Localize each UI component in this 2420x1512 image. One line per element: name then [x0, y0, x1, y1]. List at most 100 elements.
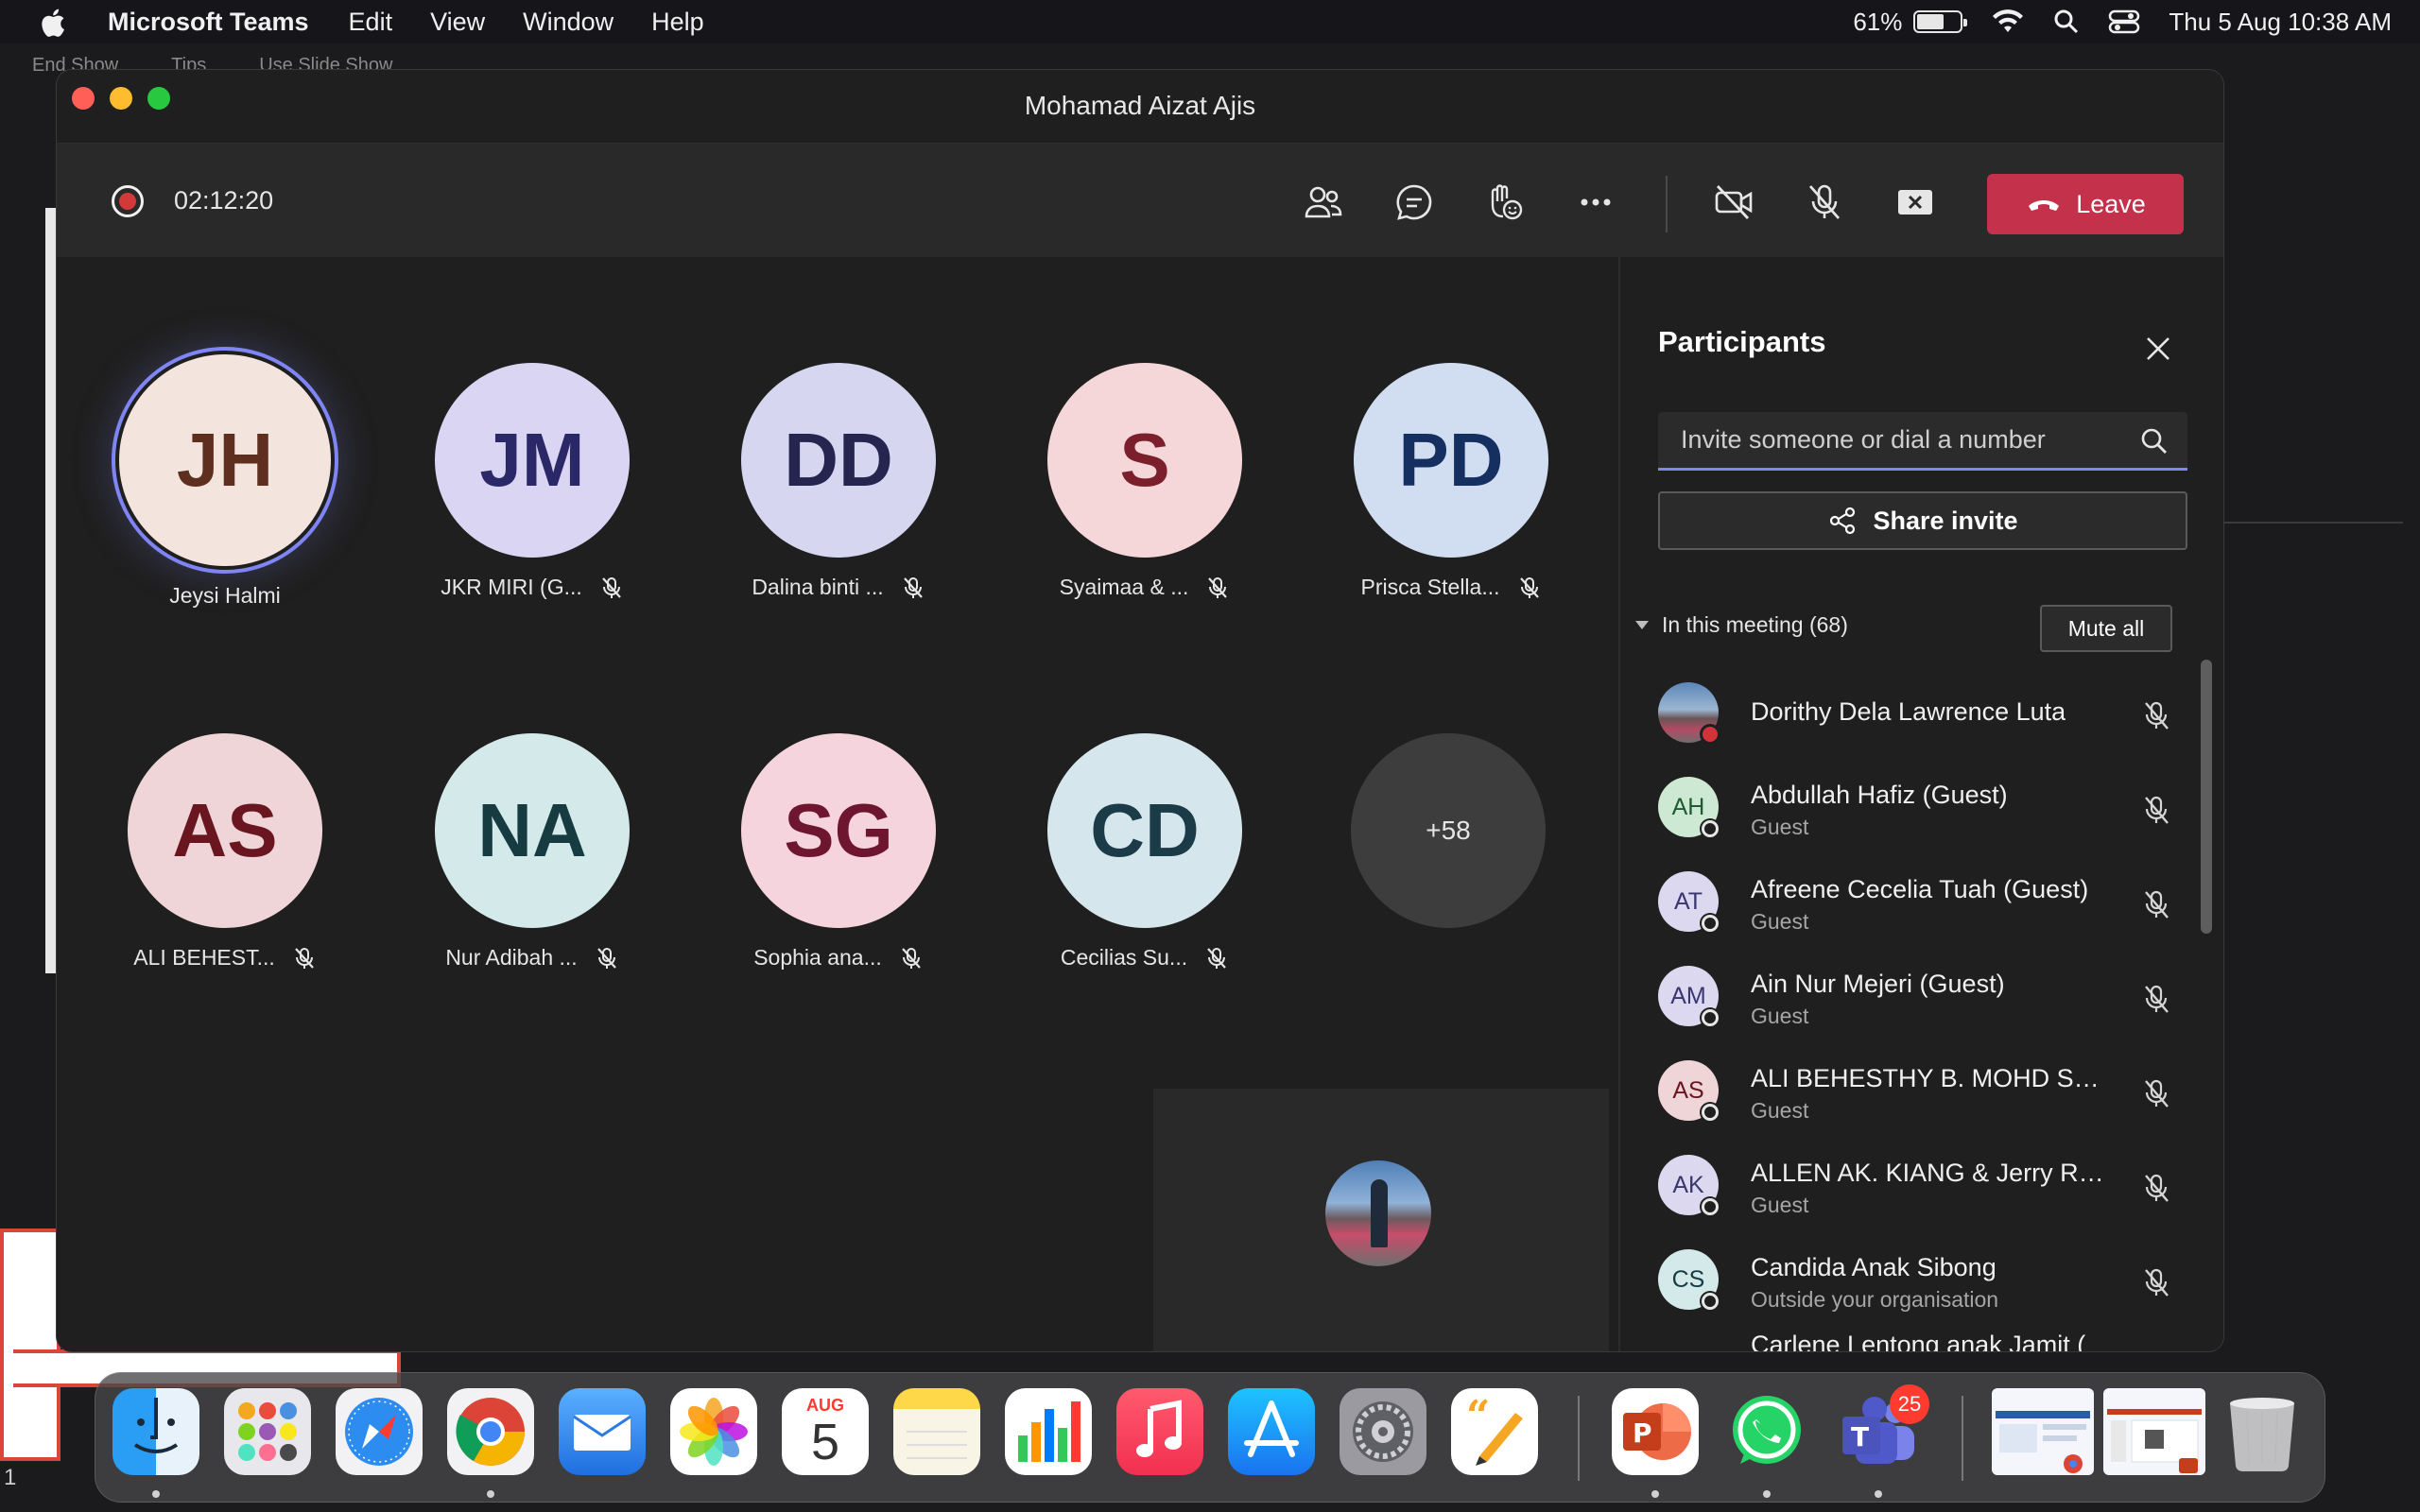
participant-row[interactable]: AK ALLEN AK. KIANG & Jerry Ro... Guest	[1654, 1138, 2193, 1232]
participant-tile-name: Syaimaa & ...	[1059, 575, 1189, 599]
stop-sharing-button[interactable]	[1889, 176, 1942, 229]
participants-list: Dorithy Dela Lawrence Luta AH Abdullah Haf…	[1654, 665, 2193, 1327]
participant-row-avatar: AM	[1658, 966, 1720, 1028]
chrome-icon[interactable]	[447, 1388, 534, 1475]
partial-participant-name[interactable]: Carlene Lentong anak Jamit (	[1751, 1331, 2085, 1351]
dock: AUG 5 “ P T 25	[95, 1372, 2325, 1503]
participant-row[interactable]: AT Afreene Cecelia Tuah (Guest) Guest	[1654, 854, 2193, 949]
share-invite-button[interactable]: Share invite	[1658, 491, 2187, 550]
participant-tile[interactable]: JM JKR MIRI (G...	[419, 363, 646, 600]
music-icon[interactable]	[1116, 1388, 1203, 1475]
search-icon[interactable]	[2138, 425, 2170, 457]
pages-icon[interactable]: “	[1451, 1388, 1538, 1475]
mic-off-icon[interactable]	[2140, 1077, 2172, 1109]
apple-icon[interactable]	[38, 7, 76, 37]
menu-help[interactable]: Help	[651, 8, 704, 37]
calendar-day: 5	[810, 1414, 840, 1470]
in-meeting-section-toggle[interactable]: In this meeting (68)	[1635, 612, 1848, 638]
battery-icon[interactable]	[1913, 10, 1968, 33]
control-center-icon[interactable]	[2108, 9, 2140, 35]
participant-tile-name: Prisca Stella...	[1360, 575, 1500, 599]
spotlight-search-icon[interactable]	[2053, 9, 2080, 35]
whatsapp-icon[interactable]	[1723, 1388, 1810, 1475]
presence-status-icon	[1700, 1102, 1720, 1123]
title-bar: Mohamad Aizat Ajis	[57, 70, 2223, 144]
teams-icon[interactable]: T 25	[1835, 1384, 1929, 1475]
numbers-icon[interactable]	[1005, 1388, 1092, 1475]
teams-notification-badge: 25	[1890, 1384, 1929, 1424]
mic-off-icon[interactable]	[2140, 1266, 2172, 1298]
mic-toggle-button[interactable]	[1798, 176, 1851, 229]
mic-off-icon[interactable]	[2140, 888, 2172, 920]
participant-avatar: DD	[741, 363, 936, 558]
participant-tile[interactable]: S Syaimaa & ...	[1031, 363, 1258, 600]
participant-row-name: Afreene Cecelia Tuah (Guest)	[1751, 875, 2089, 903]
reactions-button[interactable]	[1478, 176, 1531, 229]
mic-off-icon[interactable]	[2140, 794, 2172, 826]
launchpad-icon[interactable]	[224, 1388, 311, 1475]
self-view-tile	[1153, 1089, 1609, 1351]
participant-tile[interactable]: PD Prisca Stella...	[1338, 363, 1564, 600]
background-divider	[2223, 522, 2403, 524]
mic-off-icon	[1808, 184, 1841, 219]
participant-avatar: S	[1047, 363, 1242, 558]
participant-row-initials: AK	[1672, 1171, 1704, 1198]
participant-row[interactable]: AS ALI BEHESTHY B. MOHD SUP... Guest	[1654, 1043, 2193, 1138]
participant-row[interactable]: Dorithy Dela Lawrence Luta	[1654, 665, 2193, 760]
app-name-menu[interactable]: Microsoft Teams	[108, 8, 309, 37]
window-thumbnail-powerpoint[interactable]	[2103, 1388, 2205, 1475]
overflow-participants-tile[interactable]: +58	[1335, 733, 1562, 928]
mail-icon[interactable]	[559, 1388, 646, 1475]
trash-icon[interactable]	[2219, 1388, 2306, 1475]
participant-tile-name-row: Cecilias Su...	[1031, 945, 1258, 971]
mute-all-button[interactable]: Mute all	[2040, 605, 2172, 652]
app-store-icon[interactable]	[1228, 1388, 1315, 1475]
window-thumbnail-chrome[interactable]	[1992, 1388, 2094, 1475]
camera-toggle-button[interactable]	[1707, 176, 1760, 229]
participant-row-role: Outside your organisation	[1751, 1287, 1999, 1312]
participant-tile[interactable]: AS ALI BEHEST...	[112, 733, 338, 971]
menu-clock[interactable]: Thu 5 Aug 10:38 AM	[2169, 8, 2392, 37]
notes-icon[interactable]	[893, 1388, 980, 1475]
participant-tile-name-row: Prisca Stella...	[1338, 575, 1564, 600]
mic-off-icon[interactable]	[2140, 983, 2172, 1015]
menu-view[interactable]: View	[430, 8, 485, 37]
chat-button[interactable]	[1388, 176, 1441, 229]
safari-icon[interactable]	[336, 1388, 423, 1475]
mic-off-icon[interactable]	[2140, 1172, 2172, 1204]
svg-text:“: “	[1466, 1392, 1490, 1440]
participants-scrollbar[interactable]	[2201, 660, 2212, 934]
calendar-icon[interactable]: AUG 5	[782, 1388, 869, 1475]
participant-tile[interactable]: NA Nur Adibah ...	[419, 733, 646, 971]
invite-search-input[interactable]	[1681, 425, 2116, 455]
menu-window[interactable]: Window	[523, 8, 614, 37]
participant-tile[interactable]: JH Jeysi Halmi	[112, 354, 338, 609]
powerpoint-icon[interactable]: P	[1612, 1388, 1699, 1475]
menu-edit[interactable]: Edit	[349, 8, 393, 37]
system-preferences-icon[interactable]	[1340, 1388, 1426, 1475]
participant-tile-name: Cecilias Su...	[1060, 945, 1188, 970]
participant-tile-name-row: Sophia ana...	[725, 945, 952, 971]
participant-row-avatar: AK	[1658, 1155, 1720, 1217]
menu-bar: Microsoft Teams Edit View Window Help 61…	[0, 0, 2420, 43]
finder-icon[interactable]	[112, 1388, 199, 1475]
whatsapp-running-dot	[1763, 1490, 1771, 1498]
background-slide-thumbnail	[0, 1228, 60, 1461]
participant-row[interactable]: AM Ain Nur Mejeri (Guest) Guest	[1654, 949, 2193, 1043]
leave-button[interactable]: Leave	[1987, 174, 2184, 234]
participant-row[interactable]: AH Abdullah Hafiz (Guest) Guest	[1654, 760, 2193, 854]
participant-tile[interactable]: SG Sophia ana...	[725, 733, 952, 971]
close-panel-icon[interactable]	[2142, 333, 2174, 365]
participant-tile[interactable]: CD Cecilias Su...	[1031, 733, 1258, 971]
participant-tile-name: JKR MIRI (G...	[441, 575, 582, 599]
participant-tile[interactable]: DD Dalina binti ...	[725, 363, 952, 600]
participant-row[interactable]: CS Candida Anak Sibong Outside your organi…	[1654, 1232, 2193, 1327]
participant-row-initials: AT	[1673, 887, 1703, 915]
recording-indicator-icon	[112, 185, 144, 217]
window-title: Mohamad Aizat Ajis	[1024, 91, 1256, 120]
participants-button[interactable]	[1297, 176, 1350, 229]
mic-off-icon[interactable]	[2140, 699, 2172, 731]
more-actions-button[interactable]	[1569, 176, 1622, 229]
photos-icon[interactable]	[670, 1388, 757, 1475]
wifi-icon[interactable]	[1991, 8, 2025, 36]
